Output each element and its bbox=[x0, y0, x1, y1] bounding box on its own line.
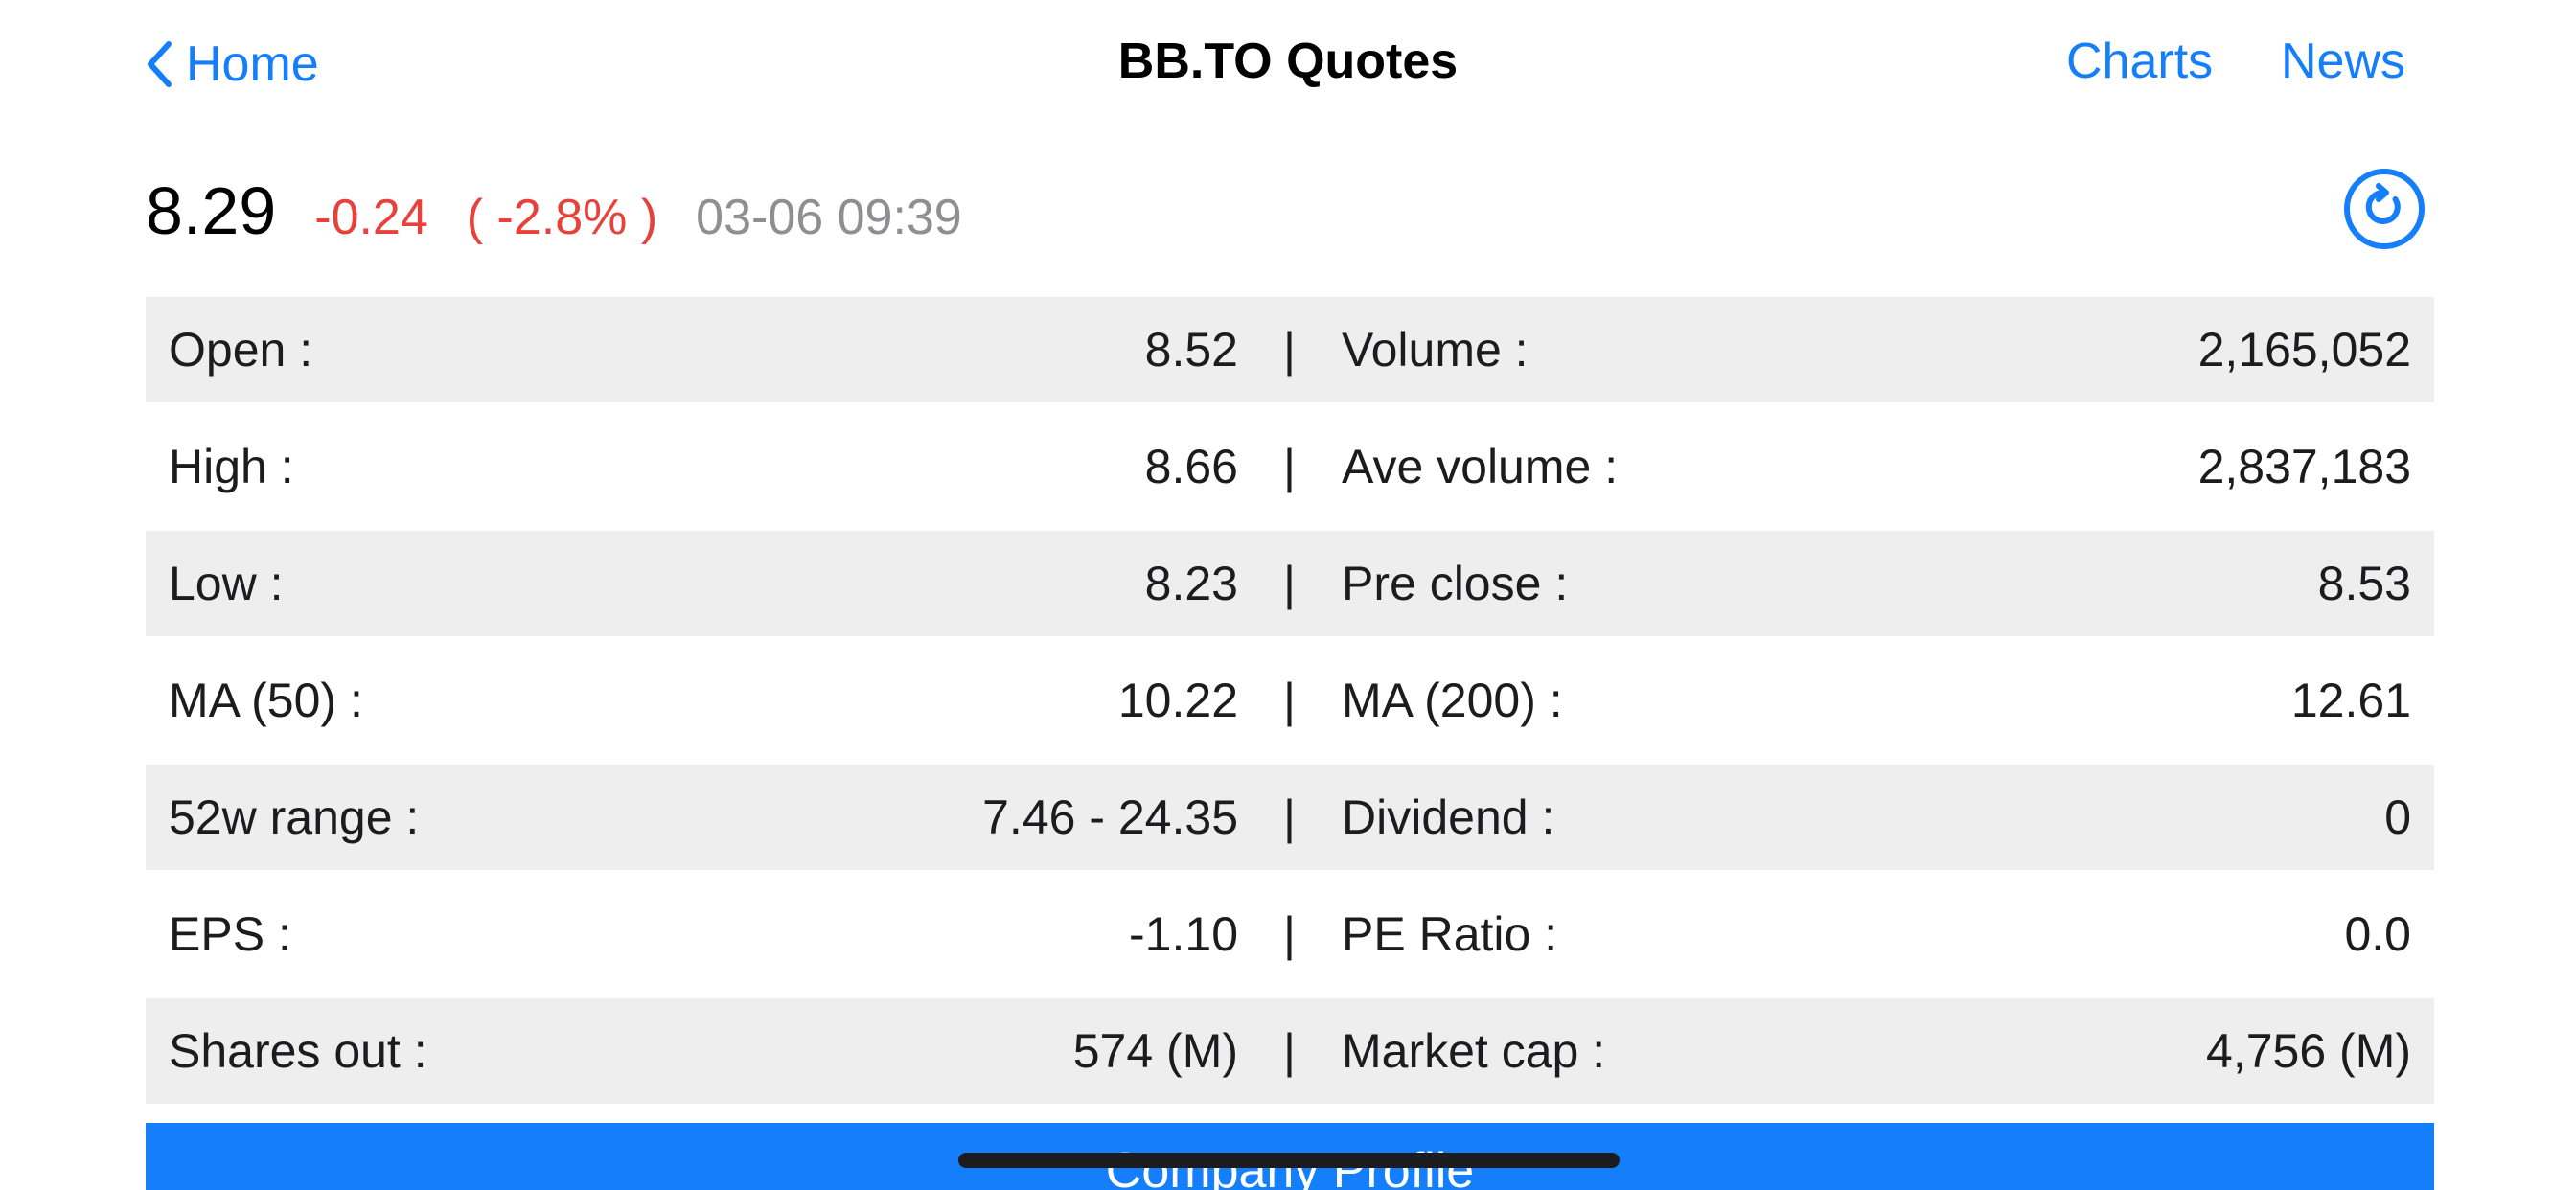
stat-value: 8.66 bbox=[1144, 440, 1238, 493]
stat-label: Open : bbox=[169, 323, 313, 377]
stat-value: 8.52 bbox=[1144, 323, 1238, 377]
stat-label: Low : bbox=[169, 557, 284, 610]
column-separator: | bbox=[1283, 790, 1296, 844]
column-separator: | bbox=[1283, 1024, 1296, 1078]
stats-row: EPS : -1.10 | PE Ratio : 0.0 bbox=[146, 881, 2434, 987]
stat-label: 52w range : bbox=[169, 790, 420, 844]
stat-value: 12.61 bbox=[2290, 674, 2411, 727]
stat-value: -1.10 bbox=[1129, 907, 1238, 961]
stat-label: High : bbox=[169, 440, 294, 493]
stat-label: MA (200) : bbox=[1342, 674, 1563, 727]
column-separator: | bbox=[1283, 907, 1296, 961]
stats-row: Open : 8.52 | Volume : 2,165,052 bbox=[146, 297, 2434, 402]
column-separator: | bbox=[1283, 323, 1296, 377]
stat-value: 0.0 bbox=[2344, 907, 2411, 961]
home-indicator[interactable] bbox=[958, 1153, 1620, 1168]
column-separator: | bbox=[1283, 440, 1296, 493]
stats-row: 52w range : 7.46 - 24.35 | Dividend : 0 bbox=[146, 765, 2434, 870]
stat-value: 8.23 bbox=[1144, 557, 1238, 610]
navigation-bar: Home BB.TO Quotes Charts News bbox=[0, 0, 2576, 128]
stat-value: 4,756 (M) bbox=[2206, 1024, 2411, 1078]
stat-label: PE Ratio : bbox=[1342, 907, 1558, 961]
stat-value: 10.22 bbox=[1117, 674, 1238, 727]
stats-row: High : 8.66 | Ave volume : 2,837,183 bbox=[146, 414, 2434, 519]
back-label: Home bbox=[186, 36, 319, 92]
stats-row: MA (50) : 10.22 | MA (200) : 12.61 bbox=[146, 648, 2434, 753]
column-separator: | bbox=[1283, 674, 1296, 727]
charts-link[interactable]: Charts bbox=[2066, 33, 2213, 90]
stat-label: Market cap : bbox=[1342, 1024, 1606, 1078]
stat-label: Dividend : bbox=[1342, 790, 1555, 844]
stat-label: MA (50) : bbox=[169, 674, 363, 727]
quote-summary: 8.29 -0.24 ( -2.8% ) 03-06 09:39 bbox=[146, 172, 962, 259]
refresh-button[interactable] bbox=[2342, 167, 2426, 251]
stat-label: Shares out : bbox=[169, 1024, 427, 1078]
back-button[interactable]: Home bbox=[146, 29, 319, 100]
stat-label: Volume : bbox=[1342, 323, 1529, 377]
stat-label: Ave volume : bbox=[1342, 440, 1619, 493]
column-separator: | bbox=[1283, 557, 1296, 610]
refresh-icon bbox=[2344, 169, 2425, 249]
chevron-left-icon bbox=[148, 41, 172, 87]
stat-label: EPS : bbox=[169, 907, 291, 961]
price-change: -0.24 bbox=[314, 190, 428, 245]
stat-value: 2,165,052 bbox=[2197, 323, 2411, 377]
stats-row: Shares out : 574 (M) | Market cap : 4,75… bbox=[146, 998, 2434, 1104]
quotes-screen: Home BB.TO Quotes Charts News 8.29 -0.24… bbox=[0, 0, 2576, 1190]
stat-value: 7.46 - 24.35 bbox=[982, 790, 1238, 844]
stat-value: 2,837,183 bbox=[2197, 440, 2411, 493]
quote-stats-table: Open : 8.52 | Volume : 2,165,052 High : … bbox=[146, 297, 2434, 1104]
price-change-percent: ( -2.8% ) bbox=[466, 190, 658, 245]
stat-value: 8.53 bbox=[2317, 557, 2411, 610]
news-link[interactable]: News bbox=[2281, 33, 2405, 90]
quote-timestamp: 03-06 09:39 bbox=[696, 190, 962, 245]
stat-label: Pre close : bbox=[1342, 557, 1569, 610]
stat-value: 574 (M) bbox=[1072, 1024, 1238, 1078]
stats-row: Low : 8.23 | Pre close : 8.53 bbox=[146, 531, 2434, 636]
stat-value: 0 bbox=[2384, 790, 2411, 844]
last-price: 8.29 bbox=[146, 173, 277, 248]
